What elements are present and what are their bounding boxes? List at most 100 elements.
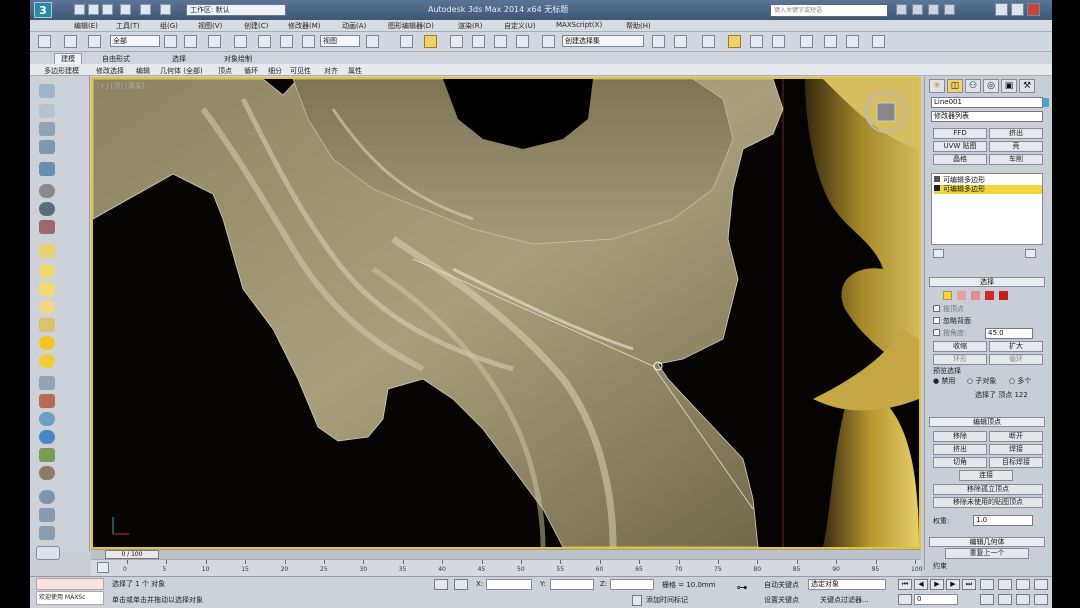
object-color-swatch[interactable] xyxy=(1043,98,1049,107)
grid-icon[interactable] xyxy=(39,508,55,522)
new-icon[interactable] xyxy=(74,4,85,15)
material-ball-icon[interactable] xyxy=(39,466,55,480)
close-button[interactable] xyxy=(1027,3,1040,16)
tag-icon[interactable] xyxy=(39,526,55,540)
ribbon-toggle-icon[interactable] xyxy=(39,84,55,98)
extrude-mod-button[interactable]: 挤出 xyxy=(989,128,1043,139)
next-frame-icon[interactable]: ▶ xyxy=(946,579,960,590)
tab-object-paint[interactable]: 对象绘制 xyxy=(224,54,252,64)
cone-icon[interactable] xyxy=(39,318,55,332)
prev-frame-icon[interactable]: ◀ xyxy=(914,579,928,590)
time-tag-icon[interactable] xyxy=(632,595,642,606)
menu-help[interactable]: 帮助(H) xyxy=(626,21,651,31)
plane-icon[interactable] xyxy=(39,282,55,296)
window-crossing-icon[interactable] xyxy=(234,35,247,48)
menu-maxscript[interactable]: MAXScript(X) xyxy=(556,21,602,29)
key-mode-icon[interactable] xyxy=(898,594,912,605)
break-button[interactable]: 断开 xyxy=(989,431,1043,442)
torus-icon[interactable] xyxy=(39,202,55,216)
ignore-backface-checkbox[interactable] xyxy=(933,317,940,324)
leaf-icon[interactable] xyxy=(39,448,55,462)
track-bar[interactable]: 0 5 10 15 20 25 30 35 40 45 50 55 60 65 70 75 80 85 90 95 10… xyxy=(91,559,922,576)
menu-views[interactable]: 视图(V) xyxy=(198,21,222,31)
rectangle-selection-icon[interactable] xyxy=(208,35,221,48)
project-folder-icon[interactable] xyxy=(160,4,171,15)
box-icon[interactable] xyxy=(39,244,55,258)
weight-spinner[interactable]: 1.0 xyxy=(973,515,1033,526)
spinner-snap-icon[interactable] xyxy=(516,35,529,48)
open-icon[interactable] xyxy=(88,4,99,15)
hierarchy-tab-icon[interactable]: ⚇ xyxy=(965,79,981,93)
set-key-button[interactable]: 设置关键点 xyxy=(764,595,799,605)
selection-filter-dropdown[interactable]: 全部 xyxy=(110,35,160,47)
save-icon[interactable] xyxy=(102,4,113,15)
perspective-viewport[interactable]: [+] [顶] [真实] xyxy=(91,77,921,549)
named-selection-dropdown[interactable]: 创建选择集 xyxy=(562,35,644,47)
y-coordinate-field[interactable] xyxy=(550,579,594,590)
time-slider-thumb[interactable]: 0 / 100 xyxy=(105,550,159,559)
connect-button[interactable]: 连接 xyxy=(959,470,1013,481)
repeat-last-button[interactable]: 重复上一个 xyxy=(945,548,1029,559)
go-to-end-icon[interactable]: ⏭ xyxy=(962,579,976,590)
link-tool-icon[interactable] xyxy=(39,394,55,408)
configure-sets-icon[interactable] xyxy=(1025,249,1036,258)
layer-icon[interactable] xyxy=(39,140,55,154)
orbit-icon[interactable] xyxy=(1016,594,1030,605)
modify-tab-icon[interactable]: ◫ xyxy=(947,79,963,93)
menu-tools[interactable]: 工具(T) xyxy=(116,21,140,31)
selection-rollout-header[interactable]: 选择 xyxy=(929,277,1045,287)
binoculars-icon[interactable] xyxy=(896,4,907,15)
edit-named-selection-icon[interactable] xyxy=(542,35,555,48)
render-setup-icon[interactable] xyxy=(824,35,837,48)
zoom-icon[interactable] xyxy=(980,579,994,590)
track-bar-menu-icon[interactable] xyxy=(97,562,109,573)
ribbon-vertices[interactable]: 顶点 xyxy=(218,66,232,76)
ribbon-loops[interactable]: 循环 xyxy=(244,66,258,76)
scale-icon[interactable] xyxy=(302,35,315,48)
undo-tool-icon[interactable] xyxy=(38,35,51,48)
menu-animation[interactable]: 动画(A) xyxy=(342,21,366,31)
cut-icon[interactable] xyxy=(39,220,55,234)
time-slider[interactable]: 0 / 100 xyxy=(91,549,921,559)
utilities-tab-icon[interactable]: ⚒ xyxy=(1019,79,1035,93)
edit-poly-icon[interactable] xyxy=(39,104,55,118)
polygon-mode-icon[interactable] xyxy=(985,291,994,300)
ribbon-align[interactable]: 对齐 xyxy=(324,66,338,76)
lock-selection-icon[interactable] xyxy=(434,579,448,590)
uvw-map-button[interactable]: UVW 贴图 xyxy=(933,141,987,152)
list-icon[interactable] xyxy=(39,122,55,136)
auto-key-button[interactable]: 自动关键点 xyxy=(764,580,799,590)
ring-button[interactable]: 环形 xyxy=(933,354,987,365)
graphite-toggle-icon[interactable] xyxy=(728,35,741,48)
select-by-name-icon[interactable] xyxy=(184,35,197,48)
schematic-view-icon[interactable] xyxy=(772,35,785,48)
z-coordinate-field[interactable] xyxy=(610,579,654,590)
stack-item-base[interactable]: 可编辑多边形 xyxy=(934,176,1042,185)
sun-icon[interactable] xyxy=(39,354,55,368)
globe-icon[interactable] xyxy=(39,430,55,444)
keyboard-shortcut-icon[interactable] xyxy=(424,35,437,48)
add-time-tag-label[interactable]: 添加时间标记 xyxy=(646,595,688,605)
material-editor-icon[interactable] xyxy=(800,35,813,48)
maxscript-listener[interactable] xyxy=(36,578,104,590)
rendered-frame-icon[interactable] xyxy=(846,35,859,48)
curve-editor-icon[interactable] xyxy=(750,35,763,48)
menu-customize[interactable]: 自定义(U) xyxy=(504,21,536,31)
maximize-button[interactable] xyxy=(1011,3,1024,16)
ribbon-geometry-all[interactable]: 几何体 (全部) xyxy=(160,66,203,76)
radio-disabled[interactable]: ● 禁用 xyxy=(933,376,955,386)
chamfer-button[interactable]: 切角 xyxy=(933,457,987,468)
angle-snap-icon[interactable] xyxy=(472,35,485,48)
tab-selection[interactable]: 选择 xyxy=(172,54,186,64)
ribbon-polygon-modeling[interactable]: 多边形建模 xyxy=(44,66,79,76)
shrink-button[interactable]: 收缩 xyxy=(933,341,987,352)
reference-coord-dropdown[interactable]: 视图 xyxy=(320,35,360,47)
shell-button[interactable]: 壳 xyxy=(989,141,1043,152)
fov-icon[interactable] xyxy=(980,594,994,605)
menu-rendering[interactable]: 渲染(R) xyxy=(458,21,482,31)
paint-icon[interactable] xyxy=(39,162,55,176)
light-icon[interactable] xyxy=(39,336,55,350)
remove-isolated-button[interactable]: 移除孤立顶点 xyxy=(933,484,1043,495)
angle-spinner[interactable]: 45.0 xyxy=(985,328,1033,339)
tab-modeling[interactable]: 建模 xyxy=(54,53,82,64)
